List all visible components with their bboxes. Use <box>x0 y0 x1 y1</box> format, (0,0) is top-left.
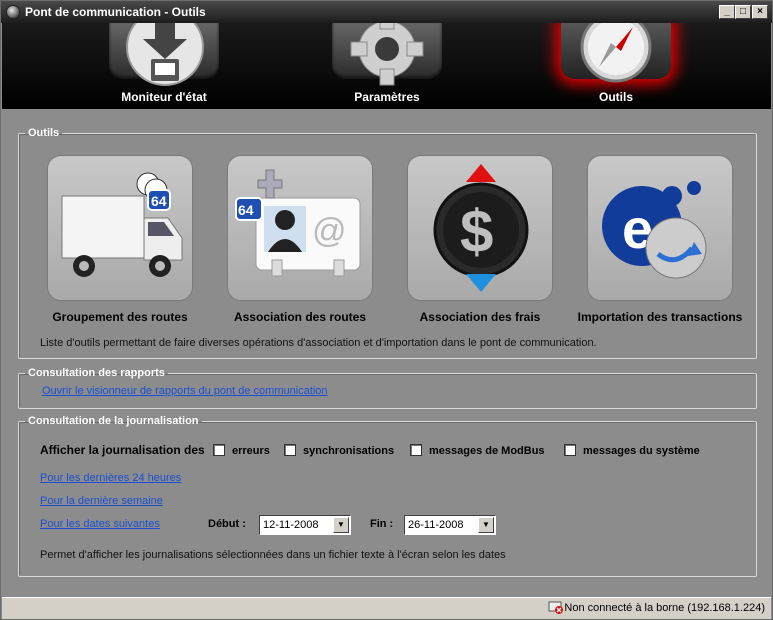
tab-label: Outils <box>598 90 633 104</box>
link-last-24h[interactable]: Pour les dernières 24 heures <box>40 472 181 484</box>
tool-label: Association des routes <box>233 310 367 324</box>
checkbox-modbus[interactable] <box>410 444 422 456</box>
download-monitor-icon <box>126 23 204 86</box>
svg-text:64: 64 <box>151 193 167 209</box>
tab-outils[interactable]: Outils <box>541 23 691 109</box>
checkbox-erreurs[interactable] <box>213 444 225 456</box>
journal-description: Permet d'afficher les journalisations sé… <box>40 549 506 561</box>
contact-card-icon: @ 64 <box>235 169 361 277</box>
tab-bar: Moniteur d'état Paramètres Outils <box>2 23 771 109</box>
link-last-week[interactable]: Pour la dernière semaine <box>40 495 163 507</box>
end-date-label: Fin : <box>370 518 394 530</box>
svg-text:64: 64 <box>238 202 254 218</box>
checkbox-systeme[interactable] <box>564 444 576 456</box>
chevron-down-icon[interactable]: ▼ <box>478 517 494 533</box>
tool-label: Groupement des routes <box>52 310 188 324</box>
outils-description: Liste d'outils permettant de faire diver… <box>40 337 597 349</box>
tab-parametres[interactable]: Paramètres <box>312 23 462 109</box>
start-date-value: 12-11-2008 <box>263 519 319 531</box>
main-window: Pont de communication - Outils _ □ × Mon… <box>0 0 773 620</box>
tab-label: Moniteur d'état <box>121 90 207 104</box>
svg-text:$: $ <box>460 198 493 265</box>
window-title: Pont de communication - Outils <box>25 5 206 19</box>
open-report-viewer-link[interactable]: Ouvrir le visionneur de rapports du pont… <box>42 385 328 397</box>
tool-importation-transactions[interactable]: e <box>587 155 733 301</box>
journal-legend: Consultation de la journalisation <box>28 415 199 427</box>
minimize-icon[interactable]: _ <box>719 5 735 19</box>
start-date-label: Début : <box>208 518 246 530</box>
tab-label: Paramètres <box>354 90 420 104</box>
journal-show-label: Afficher la journalisation des <box>40 443 205 457</box>
status-bar: Non connecté à la borne (192.168.1.224) <box>2 597 771 619</box>
gear-icon <box>350 23 424 86</box>
disconnected-icon <box>548 601 563 614</box>
tool-groupement-routes[interactable]: 64 <box>47 155 193 301</box>
tool-association-frais[interactable]: $ <box>407 155 553 301</box>
checkbox-label: messages de ModBus <box>429 445 545 457</box>
e-import-icon: e <box>602 181 707 279</box>
app-icon <box>6 5 20 19</box>
checkbox-synchronisations[interactable] <box>284 444 296 456</box>
tool-label: Importation des transactions <box>577 310 743 324</box>
outils-legend: Outils <box>28 127 60 139</box>
checkbox-label: messages du système <box>583 445 700 457</box>
truck-icon: 64 <box>61 172 183 277</box>
rapports-legend: Consultation des rapports <box>28 367 165 379</box>
svg-text:@: @ <box>312 212 347 250</box>
start-date-picker[interactable]: 12-11-2008 ▼ <box>259 515 351 535</box>
maximize-icon[interactable]: □ <box>735 5 751 19</box>
checkbox-label: synchronisations <box>303 445 395 457</box>
link-date-range[interactable]: Pour les dates suivantes <box>40 518 160 530</box>
connection-status: Non connecté à la borne (192.168.1.224) <box>564 602 765 614</box>
tool-label: Association des frais <box>419 310 541 324</box>
end-date-picker[interactable]: 26-11-2008 ▼ <box>404 515 496 535</box>
compass-icon <box>580 23 652 83</box>
checkbox-label: erreurs <box>232 445 270 457</box>
close-icon[interactable]: × <box>752 5 768 19</box>
end-date-value: 26-11-2008 <box>408 519 464 531</box>
tool-association-routes[interactable]: @ 64 <box>227 155 373 301</box>
tab-moniteur[interactable]: Moniteur d'état <box>89 23 239 109</box>
chevron-down-icon[interactable]: ▼ <box>333 517 349 533</box>
title-bar[interactable]: Pont de communication - Outils _ □ × <box>1 1 772 23</box>
dollar-icon: $ <box>433 164 529 292</box>
